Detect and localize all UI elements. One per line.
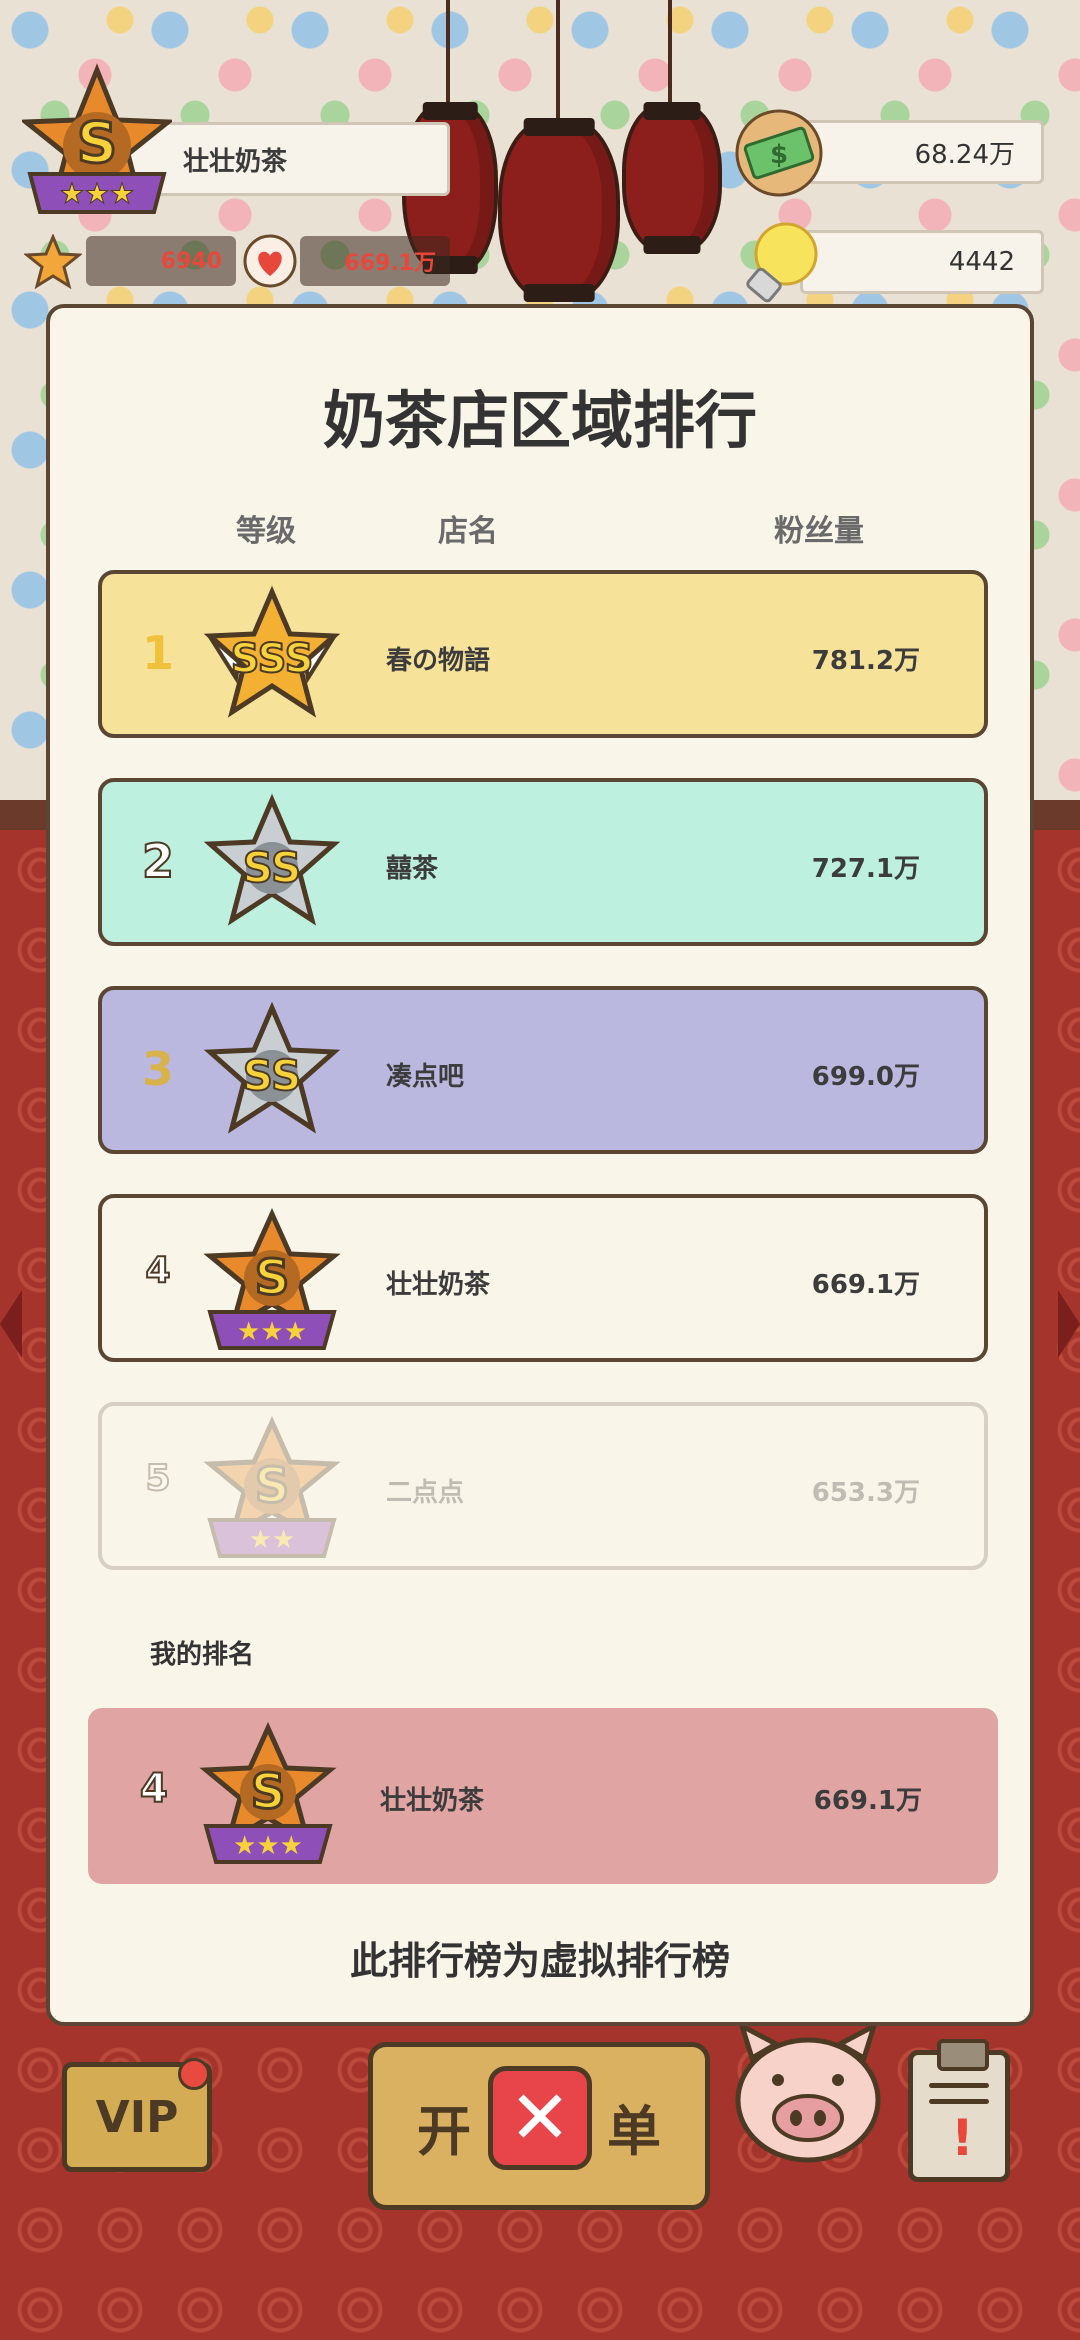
ranking-row: 2 SS 囍茶 727.1万 [98, 778, 988, 946]
money-icon: $ [735, 109, 823, 197]
shop-name: 二点点 [386, 1478, 465, 1508]
grade-ss-badge-icon: SS [203, 1001, 341, 1134]
svg-text:★★★: ★★★ [233, 1831, 303, 1861]
vip-label: VIP [95, 2091, 179, 2143]
open-order-label-right: 单 [607, 2099, 661, 2163]
rank-number: 4 [144, 1249, 171, 1292]
panel-title: 奶茶店区域排行 [322, 384, 757, 457]
grade-text: S [255, 1458, 290, 1514]
virtual-ranking-note: 此排行榜为虚拟排行榜 [349, 1939, 730, 1983]
column-header-level: 等级 [236, 514, 296, 549]
fans-count: 727.1万 [811, 854, 920, 884]
fans-count-bar: 669.1万 [300, 236, 450, 286]
fans-count: 669.1万 [811, 1270, 920, 1300]
shop-name: 春の物語 [386, 646, 491, 676]
lantern-icon [498, 118, 620, 302]
lantern-string [668, 0, 672, 110]
my-ranking-row: 4 S ★★★ 壮壮奶茶 669.1万 [88, 1708, 998, 1884]
star-count: 6940 [160, 248, 222, 274]
fans-count: 699.0万 [811, 1062, 920, 1092]
ranking-row: 1 SSS 春の物語 781.2万 [98, 570, 988, 738]
grade-s-badge-icon: S ★★★ [199, 1722, 337, 1864]
rank-number: 5 [144, 1457, 171, 1500]
idea-amount: 4442 [948, 247, 1015, 277]
order-clipboard-icon[interactable]: ! [908, 2039, 1010, 2182]
fans-heart-icon [243, 234, 297, 288]
grade-ss-badge-icon: SS [203, 793, 341, 926]
ranking-row: 5 S ★★ 二点点 653.3万 [98, 1402, 988, 1570]
grade-text: SS [243, 1051, 302, 1100]
grade-s-badge-icon: S ★★★ [203, 1208, 341, 1350]
star-icon [24, 234, 82, 290]
left-arrow-icon[interactable] [0, 1290, 22, 1358]
open-order-label-left: 开 [417, 2099, 471, 2163]
fans-count: 669.1万 [344, 251, 436, 276]
notification-dot [178, 2058, 210, 2090]
grade-text: S [255, 1250, 290, 1306]
svg-text:★★: ★★ [249, 1525, 296, 1555]
grade-text: SSS [231, 636, 314, 682]
money-box[interactable]: 68.24万 [800, 120, 1044, 184]
my-rank-label: 我的排名 [150, 1640, 255, 1670]
svg-text:$: $ [770, 140, 788, 170]
lantern-string [556, 0, 560, 130]
column-header-fans: 粉丝量 [774, 514, 864, 549]
my-fans-count: 669.1万 [813, 1786, 922, 1816]
rank-number: 2 [141, 833, 175, 889]
lantern-string [446, 0, 450, 110]
ranking-panel: 奶茶店区域排行 等级 店名 粉丝量 1 SSS 春の物語 781.2万 2 SS… [46, 304, 1034, 2026]
shop-name-box[interactable]: 壮壮奶茶 [125, 122, 450, 196]
rank-number: 1 [141, 626, 174, 680]
grade-text: SS [243, 843, 302, 892]
idea-box[interactable]: 4442 [800, 230, 1044, 294]
lantern-icon [622, 102, 722, 254]
shop-name: 壮壮奶茶 [183, 146, 288, 177]
ranking-row: 4 S ★★★ 壮壮奶茶 669.1万 [98, 1194, 988, 1362]
svg-text:★★★: ★★★ [59, 177, 134, 210]
money-amount: 68.24万 [914, 139, 1015, 170]
close-icon: ✕ [508, 2075, 571, 2161]
my-shop-name: 壮壮奶茶 [380, 1786, 485, 1816]
shop-name: 壮壮奶茶 [386, 1270, 491, 1300]
my-rank-number: 4 [139, 1765, 169, 1813]
rank-letter: S [77, 111, 117, 176]
close-button[interactable]: ✕ [488, 2066, 592, 2170]
fans-count: 653.3万 [811, 1478, 920, 1508]
fans-count: 781.2万 [811, 646, 920, 676]
lightbulb-icon [746, 222, 818, 303]
star-count-bar: 6940 [86, 236, 236, 286]
grade-sss-badge-icon: SSS [203, 585, 341, 718]
grade-s-badge-icon: S ★★ [203, 1416, 341, 1558]
column-header-name: 店名 [438, 514, 498, 549]
shop-name: 凑点吧 [386, 1062, 465, 1092]
shop-rank-badge-icon[interactable]: S ★★★ [22, 62, 172, 232]
grade-text: S [251, 1764, 286, 1820]
rank-number: 3 [141, 1042, 174, 1096]
piggy-bank-icon[interactable] [728, 2018, 888, 2168]
shop-name: 囍茶 [386, 854, 439, 884]
right-arrow-icon[interactable] [1058, 1290, 1080, 1358]
ranking-row: 3 SS 凑点吧 699.0万 [98, 986, 988, 1154]
svg-text:★★★: ★★★ [237, 1317, 307, 1347]
